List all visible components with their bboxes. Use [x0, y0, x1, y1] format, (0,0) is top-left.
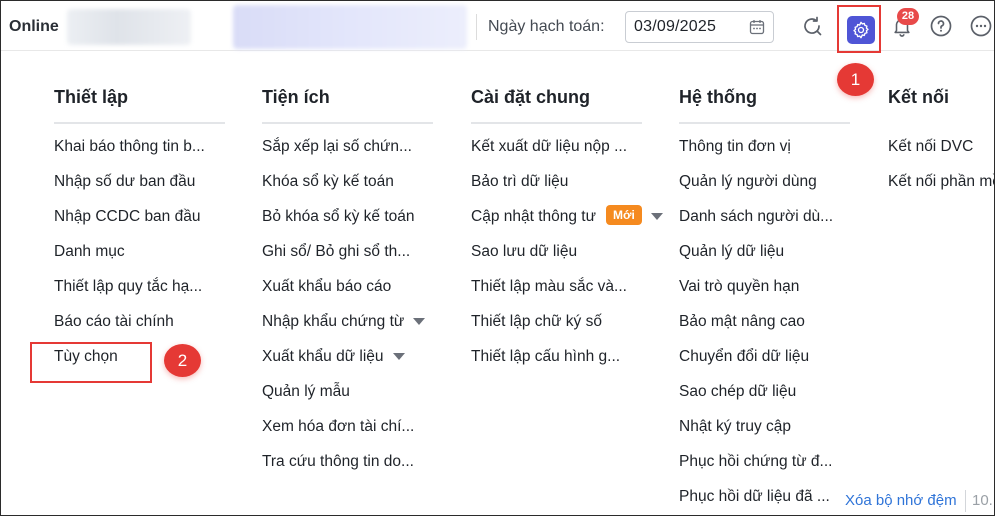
menu-item[interactable]: Quản lý mẫu	[262, 383, 433, 418]
menu-item[interactable]: Quản lý dữ liệu	[679, 243, 850, 278]
menu-item[interactable]: Phục hồi chứng từ đ...	[679, 453, 850, 488]
column-divider	[888, 122, 994, 124]
menu-item[interactable]: Sao lưu dữ liệu	[471, 243, 642, 278]
menu-item[interactable]: Nhập CCDC ban đầu	[54, 208, 225, 243]
menu-item[interactable]: Sao chép dữ liệu	[679, 383, 850, 418]
menu-item[interactable]: Danh mục	[54, 243, 225, 278]
menu-item[interactable]: Tra cứu thông tin do...	[262, 453, 433, 488]
menu-item[interactable]: Kết xuất dữ liệu nộp ...	[471, 138, 642, 173]
caret-down-icon[interactable]	[392, 353, 405, 360]
menu-item-expandable[interactable]: Nhập khẩu chứng từ	[262, 313, 433, 348]
menu-item[interactable]: Vai trò quyền hạn	[679, 278, 850, 313]
menu-item[interactable]: Sắp xếp lại số chứn...	[262, 138, 433, 173]
calendar-icon[interactable]	[749, 19, 765, 35]
gear-icon	[853, 21, 869, 39]
menu-item[interactable]: Danh sách người dù...	[679, 208, 850, 243]
more-options-icon[interactable]	[968, 13, 994, 39]
clear-cache-link[interactable]: Xóa bộ nhớ đệm	[845, 492, 957, 509]
settings-button[interactable]	[847, 16, 875, 44]
menu-item[interactable]: Thiết lập quy tắc hạ...	[54, 278, 225, 313]
app-brand: Online	[9, 18, 59, 35]
notification-badge: 28	[897, 8, 919, 25]
posting-date-label: Ngày hạch toán:	[488, 18, 605, 35]
caret-down-icon[interactable]	[650, 213, 663, 220]
menu-item-expandable[interactable]: Cập nhật thông tư Mới	[471, 205, 663, 243]
menu-item[interactable]: Thiết lập chữ ký số	[471, 313, 642, 348]
column-title: Kết nối	[888, 87, 949, 107]
caret-down-icon[interactable]	[413, 318, 426, 325]
menu-item[interactable]: Nhật ký truy cập	[679, 418, 850, 453]
menu-item-expandable[interactable]: Xuất khẩu dữ liệu	[262, 348, 433, 383]
column-title: Cài đặt chung	[471, 87, 591, 107]
divider	[476, 14, 477, 40]
menu-item[interactable]: Bảo mật nâng cao	[679, 313, 850, 348]
column-divider	[471, 122, 642, 124]
menu-column-connections: Kết nối Kết nối DVC Kết nối phần mề	[888, 87, 994, 208]
divider	[965, 490, 966, 512]
version-text: 10.	[972, 492, 993, 509]
menu-item[interactable]: Khóa sổ kỳ kế toán	[262, 173, 433, 208]
menu-item[interactable]: Thiết lập màu sắc và...	[471, 278, 642, 313]
options-highlight-box	[30, 342, 152, 383]
help-icon[interactable]	[928, 13, 954, 39]
column-title: Tiện ích	[262, 87, 330, 107]
app-window: Online Ngày hạch toán: 03/09/2025 28 1 2…	[0, 0, 995, 516]
column-title: Thiết lập	[54, 87, 129, 107]
menu-column-system: Hệ thống Thông tin đơn vị Quản lý người …	[679, 87, 850, 515]
menu-item[interactable]: Phục hồi dữ liệu đã ...	[679, 488, 850, 515]
menu-item[interactable]: Xem hóa đơn tài chí...	[262, 418, 433, 453]
menu-item[interactable]: Nhập số dư ban đầu	[54, 173, 225, 208]
refresh-search-icon[interactable]	[799, 13, 825, 39]
top-bar: Online Ngày hạch toán: 03/09/2025 28	[1, 1, 994, 53]
menu-item[interactable]: Chuyển đổi dữ liệu	[679, 348, 850, 383]
menu-item[interactable]: Bỏ khóa sổ kỳ kế toán	[262, 208, 433, 243]
menu-item[interactable]: Thiết lập cấu hình g...	[471, 348, 642, 383]
menu-item[interactable]: Xuất khẩu báo cáo	[262, 278, 433, 313]
menu-item[interactable]: Kết nối phần mề	[888, 173, 994, 208]
column-divider	[262, 122, 433, 124]
menu-item[interactable]: Kết nối DVC	[888, 138, 994, 173]
menu-item[interactable]: Thông tin đơn vị	[679, 138, 850, 173]
menu-column-setup: Thiết lập Khai báo thông tin b... Nhập s…	[54, 87, 225, 383]
column-title: Hệ thống	[679, 87, 757, 107]
menu-item[interactable]: Quản lý người dùng	[679, 173, 850, 208]
menu-item[interactable]: Bảo trì dữ liệu	[471, 173, 642, 208]
menu-column-general-settings: Cài đặt chung Kết xuất dữ liệu nộp ... B…	[471, 87, 663, 383]
blurred-logo	[67, 9, 191, 45]
menu-column-utilities: Tiện ích Sắp xếp lại số chứn... Khóa sổ …	[262, 87, 433, 488]
posting-date-field[interactable]: 03/09/2025	[625, 11, 774, 43]
posting-date-value: 03/09/2025	[634, 18, 717, 35]
menu-item[interactable]: Khai báo thông tin b...	[54, 138, 225, 173]
blurred-company-name	[233, 5, 467, 49]
column-divider	[54, 122, 225, 124]
new-badge: Mới	[606, 205, 642, 225]
settings-highlight-box	[837, 5, 881, 53]
menu-item[interactable]: Ghi sổ/ Bỏ ghi sổ th...	[262, 243, 433, 278]
column-divider	[679, 122, 850, 124]
